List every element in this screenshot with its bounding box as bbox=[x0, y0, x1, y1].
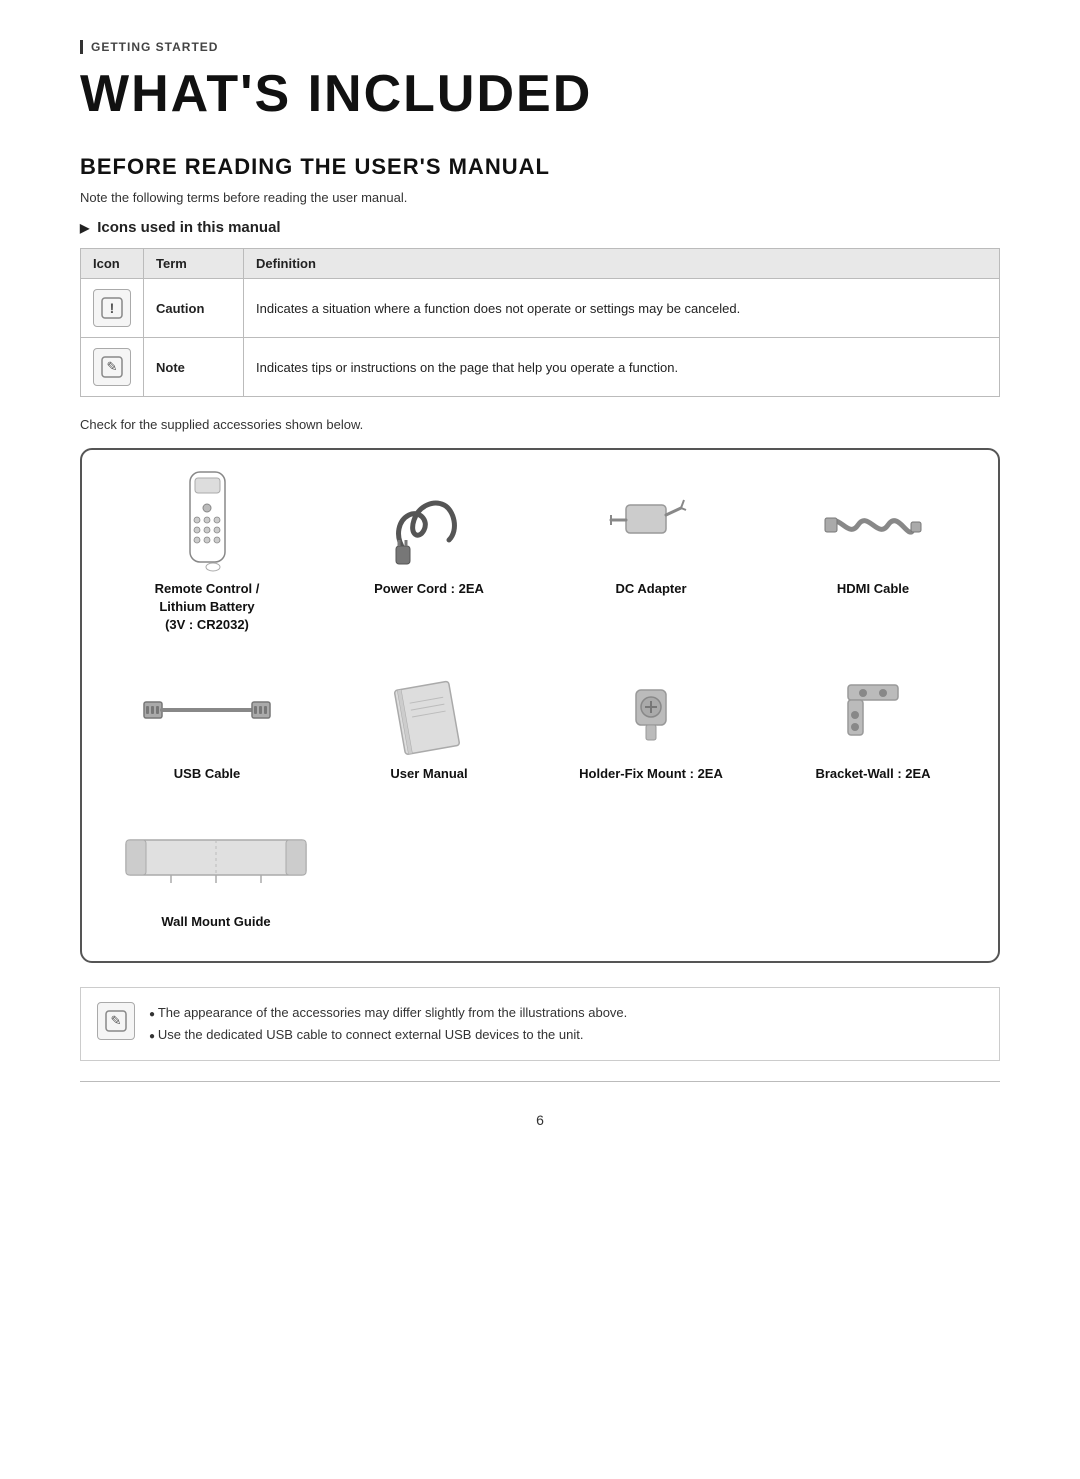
definition-caution: Indicates a situation where a function d… bbox=[244, 279, 1000, 338]
table-row: ! Caution Indicates a situation where a … bbox=[81, 279, 1000, 338]
accessories-row3: Wall Mount Guide bbox=[106, 813, 974, 931]
bottom-divider bbox=[80, 1081, 1000, 1082]
accessories-row1: Remote Control / Lithium Battery (3V : C… bbox=[106, 480, 974, 635]
accessory-manual: User Manual bbox=[328, 665, 530, 783]
hdmi-image bbox=[823, 480, 923, 570]
holder-label: Holder-Fix Mount : 2EA bbox=[579, 765, 723, 783]
table-row: ✎ Note Indicates tips or instructions on… bbox=[81, 338, 1000, 397]
dc-image bbox=[606, 480, 696, 570]
accessories-box: Remote Control / Lithium Battery (3V : C… bbox=[80, 448, 1000, 963]
powercord-label: Power Cord : 2EA bbox=[374, 580, 484, 598]
definition-note: Indicates tips or instructions on the pa… bbox=[244, 338, 1000, 397]
table-header-icon: Icon bbox=[81, 249, 144, 279]
svg-text:✎: ✎ bbox=[111, 1013, 122, 1028]
accessory-remote: Remote Control / Lithium Battery (3V : C… bbox=[106, 480, 308, 635]
icons-table: Icon Term Definition ! Caution Indicates… bbox=[80, 248, 1000, 397]
note-content: The appearance of the accessories may di… bbox=[149, 1002, 627, 1046]
svg-text:!: ! bbox=[110, 300, 115, 316]
remote-label: Remote Control / Lithium Battery (3V : C… bbox=[155, 580, 260, 635]
bracket-label: Bracket-Wall : 2EA bbox=[815, 765, 930, 783]
intro-text: Note the following terms before reading … bbox=[80, 190, 1000, 205]
holder-image bbox=[611, 665, 691, 755]
hdmi-label: HDMI Cable bbox=[837, 580, 909, 598]
note-icon: ✎ bbox=[93, 348, 131, 386]
table-header-term: Term bbox=[144, 249, 244, 279]
page-number: 6 bbox=[80, 1112, 1000, 1128]
icons-subtitle: Icons used in this manual bbox=[80, 219, 1000, 236]
accessory-holder: Holder-Fix Mount : 2EA bbox=[550, 665, 752, 783]
accessory-bracket: Bracket-Wall : 2EA bbox=[772, 665, 974, 783]
note-box: ✎ The appearance of the accessories may … bbox=[80, 987, 1000, 1061]
note-bullet-2: Use the dedicated USB cable to connect e… bbox=[149, 1024, 627, 1046]
svg-text:✎: ✎ bbox=[107, 359, 118, 374]
usb-label: USB Cable bbox=[174, 765, 240, 783]
check-text: Check for the supplied accessories shown… bbox=[80, 417, 1000, 432]
accessory-hdmi: HDMI Cable bbox=[772, 480, 974, 635]
term-note: Note bbox=[144, 338, 244, 397]
table-header-definition: Definition bbox=[244, 249, 1000, 279]
wallguide-image bbox=[121, 813, 311, 903]
section-heading: BEFORE READING THE USER'S MANUAL bbox=[80, 154, 1000, 180]
accessory-usb: USB Cable bbox=[106, 665, 308, 783]
accessory-dc: DC Adapter bbox=[550, 480, 752, 635]
section-label: Getting Started bbox=[80, 40, 1000, 54]
powercord-image bbox=[384, 480, 474, 570]
manual-image bbox=[384, 665, 474, 755]
remote-image bbox=[175, 480, 240, 570]
accessory-wallguide: Wall Mount Guide bbox=[106, 813, 326, 931]
wallguide-label: Wall Mount Guide bbox=[161, 913, 270, 931]
page-title: WHAT'S INCLUDED bbox=[80, 64, 1000, 124]
bracket-image bbox=[828, 665, 918, 755]
accessories-row2: USB Cable User Manual bbox=[106, 665, 974, 783]
term-caution: Caution bbox=[144, 279, 244, 338]
dc-label: DC Adapter bbox=[615, 580, 686, 598]
note-icon-box: ✎ bbox=[97, 1002, 135, 1040]
caution-icon: ! bbox=[93, 289, 131, 327]
usb-image bbox=[142, 665, 272, 755]
accessory-powercord: Power Cord : 2EA bbox=[328, 480, 530, 635]
manual-label: User Manual bbox=[390, 765, 467, 783]
note-bullet-1: The appearance of the accessories may di… bbox=[149, 1002, 627, 1024]
